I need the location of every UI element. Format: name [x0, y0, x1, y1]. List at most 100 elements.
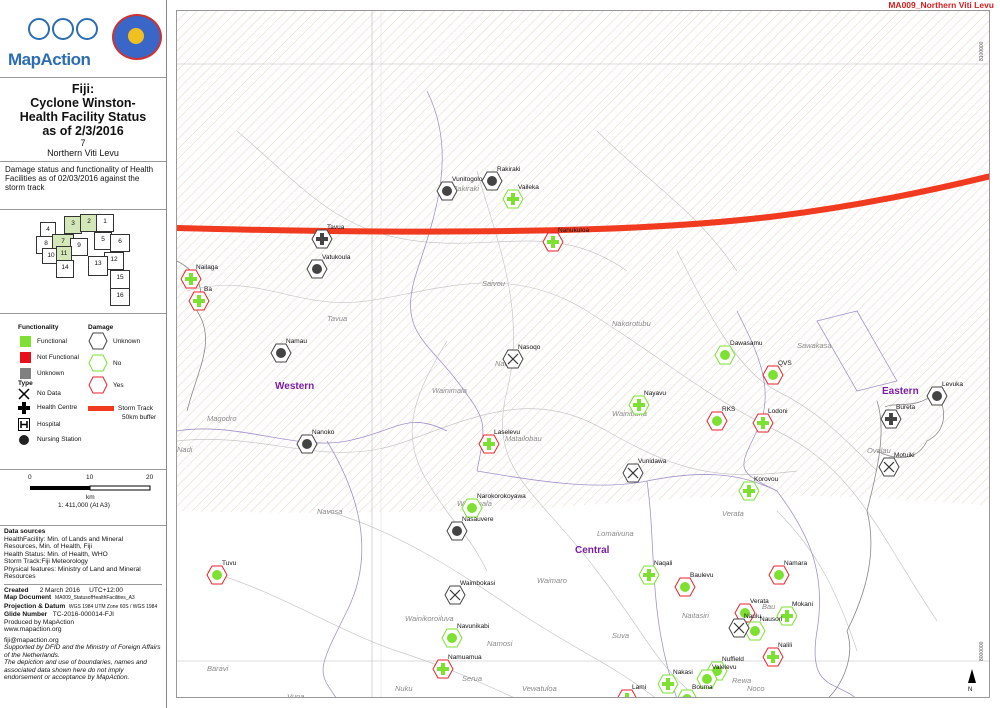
place-label: Nuku [395, 684, 413, 693]
facility-label: Nanukuloa [558, 227, 589, 234]
meta-projection: Projection & Datum WGS 1984 UTM Zone 60S… [4, 602, 158, 610]
facility-type-symbol [768, 370, 778, 380]
facility-label: Namuamua [448, 654, 482, 661]
facility-label: Bureta [896, 404, 916, 411]
storm-track-swatch [88, 406, 114, 411]
not-functional-swatch [20, 352, 31, 363]
facility-label: Vatukoula [322, 254, 351, 261]
facility-type-symbol [774, 570, 784, 580]
legend-nursing-station: Nursing Station [37, 436, 82, 443]
health-facility-marker[interactable]: Nalili [762, 642, 792, 667]
index-box-1: 1 [96, 214, 114, 232]
scale-unit: km [86, 494, 95, 501]
facility-label: Baulevu [690, 572, 714, 579]
facility-type-symbol [932, 391, 942, 401]
place-label: Rewa [732, 676, 751, 685]
scale-tick-10: 10 [86, 474, 94, 481]
globe-icon [28, 18, 50, 40]
health-facility-marker[interactable]: Baulevu [674, 572, 714, 597]
scale-tick-0: 0 [28, 474, 32, 481]
meta-web: www.mapaction.org [4, 626, 62, 633]
facility-type-symbol [212, 570, 222, 580]
facility-type-symbol [302, 439, 312, 449]
legend-health-centre: Health Centre [37, 404, 78, 411]
health-facility-marker[interactable]: Lami [617, 684, 646, 698]
health-facility-marker[interactable]: Tuvu [206, 560, 237, 585]
facility-type-symbol [712, 416, 722, 426]
grid-label: 8100000 [979, 41, 985, 61]
facility-type-symbol [447, 633, 457, 643]
legend-no-data: No Data [37, 390, 61, 397]
facility-label: Waimbokasi [460, 580, 495, 587]
facility-label: Verata [750, 598, 769, 605]
map-canvas[interactable]: Western Central Eastern 600000 8100000 8… [177, 11, 990, 698]
facility-label: Nalili [778, 642, 792, 649]
facility-label: Korovou [754, 476, 779, 483]
facility-label: Navunikabi [457, 623, 489, 630]
legend-hospital: Hospital [37, 421, 61, 428]
map-header: MA009_Northern Viti Levu [176, 0, 1000, 10]
storm-buffer-area [177, 11, 989, 513]
facility-label: Naulu [744, 613, 761, 620]
health-facility-marker[interactable]: Namara [768, 560, 808, 585]
place-label: Saivou [482, 279, 506, 288]
index-box-13: 13 [88, 256, 108, 276]
scale-bar: 0 10 20 km 1: 411,000 (At A3) [0, 470, 166, 526]
facility-type-symbol [467, 503, 477, 513]
legend-functionality-title: Functionality [18, 324, 59, 331]
place-label: Waimaro [537, 576, 567, 585]
svg-text:N: N [968, 687, 972, 693]
facility-label: Nuffield [722, 656, 744, 663]
facility-label: Narokorokoyawa [477, 493, 526, 500]
facility-label: Namau [286, 338, 307, 345]
globe-icon [76, 18, 98, 40]
facility-label: Lami [632, 684, 646, 691]
health-facility-marker[interactable]: Naqali [638, 560, 672, 585]
facility-label: Ba [204, 286, 212, 293]
facility-label: Tavua [327, 224, 345, 231]
map-frame[interactable]: Western Central Eastern 600000 8100000 8… [176, 10, 990, 698]
health-facility-marker[interactable]: Bouma [677, 684, 713, 698]
index-box-9: 9 [70, 238, 88, 256]
legend: Functionality Damage Functional Not Func… [0, 314, 166, 470]
legend-not-functional: Not Functional [37, 354, 79, 361]
place-label: Wainimala [432, 386, 467, 395]
title-panel: Fiji: Cyclone Winston- Health Facility S… [0, 78, 166, 162]
map-id: MA009_Northern Viti Levu [888, 0, 994, 10]
legend-damage-no: No [113, 360, 122, 367]
facility-type-symbol [312, 264, 322, 274]
scale-tick-20: 20 [146, 474, 154, 481]
facility-label: Motuiki [894, 452, 915, 459]
damage-no-hexagon-icon [88, 354, 108, 372]
place-label: Suva [612, 631, 629, 640]
facility-label: Rakiraki [497, 166, 520, 173]
meta-support: Supported by DFID and the Ministry of Fo… [4, 644, 161, 659]
place-label: Sawakasa [797, 341, 832, 350]
facility-label: Nakasi [673, 669, 693, 676]
meta-created: Created 2 March 2016 UTC+12:00 [4, 583, 162, 595]
facility-type-symbol [452, 526, 462, 536]
no-data-icon [18, 388, 30, 400]
legend-functional: Functional [37, 338, 67, 345]
place-label: Wainikoroiluva [405, 614, 454, 623]
health-facility-marker[interactable]: Navunikabi [441, 623, 489, 648]
functional-swatch [20, 336, 31, 347]
place-label: Naitasiri [682, 611, 709, 620]
map-sidebar: MapAction Fiji: Cyclone Winston- Health … [0, 0, 167, 708]
facility-label: Valelevu [712, 664, 737, 671]
data-sources: Data sources HealthFacility: Min. of Lan… [4, 528, 162, 681]
place-label: Vewatuloa [522, 684, 557, 693]
facility-label: Nausori [760, 616, 782, 623]
facility-type-symbol [702, 674, 712, 684]
health-facility-marker[interactable]: Nasauvere [446, 516, 494, 541]
facility-label: Nayavu [644, 390, 666, 397]
meta-disclaimer: The depiction and use of boundaries, nam… [4, 659, 147, 681]
index-box-6: 6 [110, 234, 130, 252]
place-label: Lomaivuna [597, 529, 634, 538]
north-arrow-icon: N [968, 669, 976, 693]
index-box-14: 14 [56, 260, 74, 278]
facility-label: Nasauvere [462, 516, 494, 523]
damage-unknown-hexagon-icon [88, 332, 108, 350]
hospital-icon [18, 418, 30, 431]
map-number: 7 [80, 138, 86, 148]
